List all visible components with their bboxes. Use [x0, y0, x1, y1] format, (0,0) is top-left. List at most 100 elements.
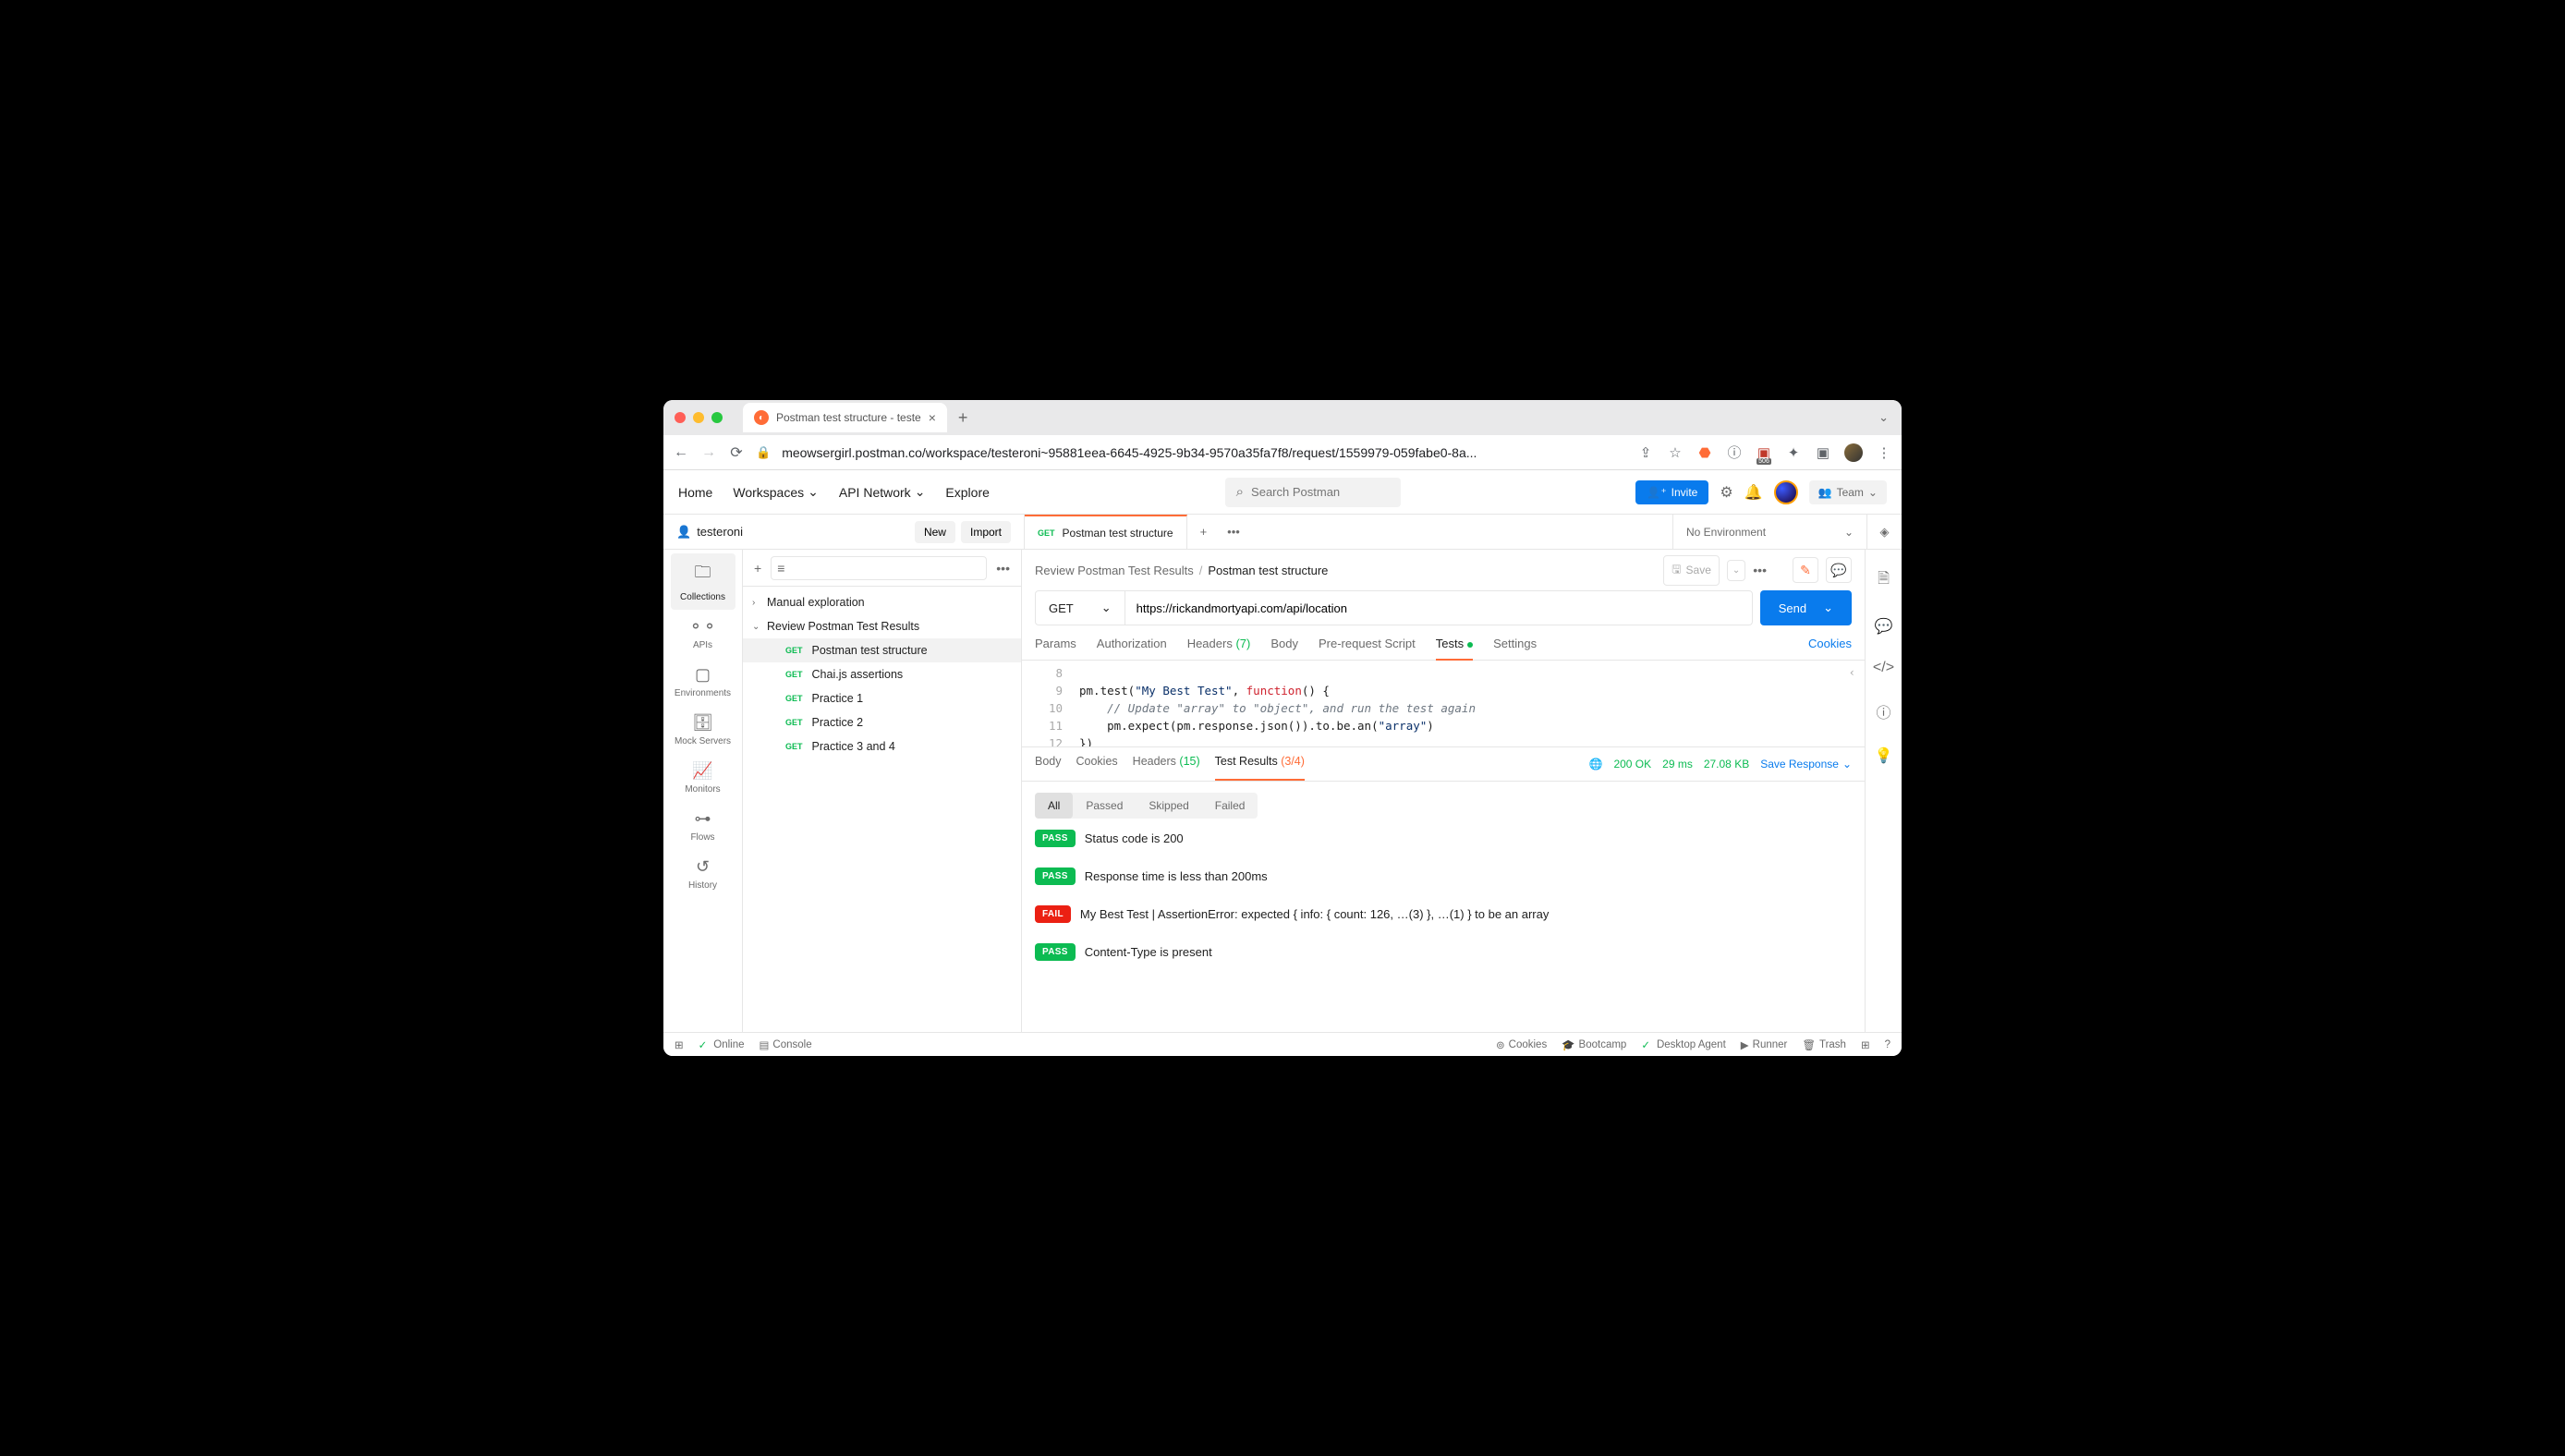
help-icon[interactable]: ? [1885, 1038, 1890, 1051]
extensions-icon[interactable]: ✦ [1785, 444, 1802, 461]
collapse-icon[interactable]: ‹ [1849, 666, 1855, 679]
workspace-name[interactable]: 👤testeroni [676, 525, 743, 540]
comment-icon[interactable]: 💬 [1826, 557, 1852, 583]
breadcrumb-parent[interactable]: Review Postman Test Results [1035, 564, 1194, 577]
notifications-icon[interactable]: 🔔 [1744, 483, 1763, 502]
forward-icon[interactable]: → [700, 444, 717, 461]
tab-authorization[interactable]: Authorization [1097, 637, 1167, 660]
tab-prerequest[interactable]: Pre-request Script [1319, 637, 1416, 660]
team-button[interactable]: 👥Team ⌄ [1809, 480, 1887, 504]
sidebar-mock-servers[interactable]: 🗄Mock Servers [671, 706, 735, 754]
save-response-button[interactable]: Save Response ⌄ [1760, 758, 1852, 770]
tabs-dropdown-icon[interactable]: ⌄ [1878, 410, 1889, 425]
tree-request[interactable]: GETPractice 2 [743, 710, 1021, 734]
tree-folder[interactable]: ›Manual exploration [743, 590, 1021, 614]
tests-editor[interactable]: ‹ 8 9pm.test("My Best Test", function() … [1022, 661, 1865, 747]
resp-tab-headers[interactable]: Headers (15) [1133, 755, 1200, 773]
sidebar-collections[interactable]: 🗀Collections [671, 553, 735, 610]
resp-tab-cookies[interactable]: Cookies [1076, 755, 1118, 773]
sidebar-flows[interactable]: ⊶Flows [671, 802, 735, 850]
sb-bootcamp[interactable]: 🎓Bootcamp [1562, 1038, 1626, 1051]
nav-explore[interactable]: Explore [945, 485, 989, 500]
method-select[interactable]: GET⌄ [1035, 590, 1125, 625]
resp-tab-tests[interactable]: Test Results (3/4) [1215, 755, 1305, 773]
new-tab-icon[interactable]: + [958, 408, 968, 428]
close-tab-icon[interactable]: × [929, 410, 936, 425]
invite-button[interactable]: 👤⁺Invite [1635, 480, 1708, 504]
tab-params[interactable]: Params [1035, 637, 1076, 660]
nav-api-network[interactable]: API Network ⌄ [839, 484, 926, 500]
online-status[interactable]: Online [699, 1038, 745, 1051]
filter-input[interactable]: ≡ [771, 556, 987, 580]
search-input[interactable] [1251, 485, 1390, 499]
search-field[interactable]: ⌕ [1225, 478, 1401, 507]
console-button[interactable]: ▤Console [760, 1038, 812, 1051]
globe-icon[interactable]: 🌐 [1588, 758, 1602, 770]
nav-workspaces[interactable]: Workspaces ⌄ [733, 484, 819, 500]
browser-menu-icon[interactable]: ⋮ [1876, 444, 1892, 461]
back-icon[interactable]: ← [673, 444, 689, 461]
settings-icon[interactable]: ⚙ [1720, 483, 1732, 502]
bulb-icon[interactable]: 💡 [1875, 746, 1893, 765]
documentation-icon[interactable]: 🗎 [1878, 568, 1890, 593]
tree-request[interactable]: GETPostman test structure [743, 638, 1021, 662]
filter-skipped[interactable]: Skipped [1136, 793, 1201, 819]
tree-request[interactable]: GETPractice 1 [743, 686, 1021, 710]
share-icon[interactable]: ⇪ [1637, 444, 1654, 461]
cookies-link[interactable]: Cookies [1808, 637, 1852, 660]
sidebar-monitors[interactable]: 📈Monitors [671, 754, 735, 802]
sidepanel-icon[interactable]: ▣ [1815, 444, 1831, 461]
edit-icon[interactable]: ✎ [1793, 557, 1818, 583]
badge-ext-icon[interactable]: ▣506 [1756, 444, 1772, 461]
environment-quicklook-icon[interactable]: ◈ [1866, 515, 1902, 549]
layout-icon[interactable]: ⊞ [1861, 1038, 1870, 1051]
comments-icon[interactable]: 💬 [1875, 617, 1893, 636]
tree-request[interactable]: GETPractice 3 and 4 [743, 734, 1021, 758]
ublock-icon[interactable]: ⬣ [1696, 444, 1713, 461]
filter-failed[interactable]: Failed [1202, 793, 1258, 819]
info-icon[interactable]: ⓘ [1726, 444, 1743, 461]
sb-desktop-agent[interactable]: Desktop Agent [1641, 1038, 1725, 1051]
tree-folder[interactable]: ⌄Review Postman Test Results [743, 614, 1021, 638]
import-button[interactable]: Import [961, 521, 1011, 543]
sidebar-apis[interactable]: ⚬⚬APIs [671, 610, 735, 658]
save-dropdown-button[interactable]: ⌄ [1727, 560, 1745, 581]
window-minimize-icon[interactable] [693, 412, 704, 423]
sb-cookies[interactable]: ⊚Cookies [1496, 1038, 1547, 1051]
tree-request[interactable]: GETChai.js assertions [743, 662, 1021, 686]
filter-passed[interactable]: Passed [1073, 793, 1136, 819]
code-icon[interactable]: </> [1873, 660, 1894, 676]
url-text[interactable]: meowsergirl.postman.co/workspace/testero… [782, 445, 1626, 460]
sidebar-history[interactable]: ↺History [671, 850, 735, 898]
tab-tests[interactable]: Tests [1436, 637, 1473, 660]
send-button[interactable]: Send⌄ [1760, 590, 1852, 625]
tab-headers[interactable]: Headers (7) [1187, 637, 1251, 660]
tab-body[interactable]: Body [1270, 637, 1298, 660]
more-icon[interactable]: ••• [1753, 563, 1767, 577]
lock-icon[interactable]: 🔒 [756, 445, 771, 460]
nav-home[interactable]: Home [678, 485, 712, 500]
sb-trash[interactable]: 🗑Trash [1802, 1038, 1846, 1051]
window-close-icon[interactable] [675, 412, 686, 423]
panels-icon[interactable]: ⊞ [675, 1038, 684, 1051]
filter-all[interactable]: All [1035, 793, 1073, 819]
add-collection-icon[interactable]: + [754, 561, 761, 576]
window-maximize-icon[interactable] [711, 412, 723, 423]
star-icon[interactable]: ☆ [1667, 444, 1684, 461]
info-icon[interactable]: ⓘ [1876, 700, 1890, 722]
reload-icon[interactable]: ⟳ [728, 443, 745, 462]
browser-tab[interactable]: ◐ Postman test structure - teste × [743, 403, 947, 432]
url-input[interactable] [1125, 590, 1753, 625]
profile-avatar[interactable] [1844, 443, 1863, 462]
user-avatar[interactable] [1774, 480, 1798, 504]
tab-settings[interactable]: Settings [1493, 637, 1537, 660]
resp-tab-body[interactable]: Body [1035, 755, 1062, 773]
add-tab-icon[interactable]: + [1187, 525, 1221, 539]
sb-runner[interactable]: ▶Runner [1741, 1038, 1788, 1051]
request-tab[interactable]: GET Postman test structure [1025, 515, 1187, 549]
more-icon[interactable]: ••• [996, 561, 1010, 576]
tab-more-icon[interactable]: ••• [1220, 525, 1247, 539]
environment-select[interactable]: No Environment ⌄ [1672, 515, 1866, 549]
save-button[interactable]: 🖫Save [1663, 555, 1720, 586]
sidebar-environments[interactable]: ▢Environments [671, 658, 735, 706]
